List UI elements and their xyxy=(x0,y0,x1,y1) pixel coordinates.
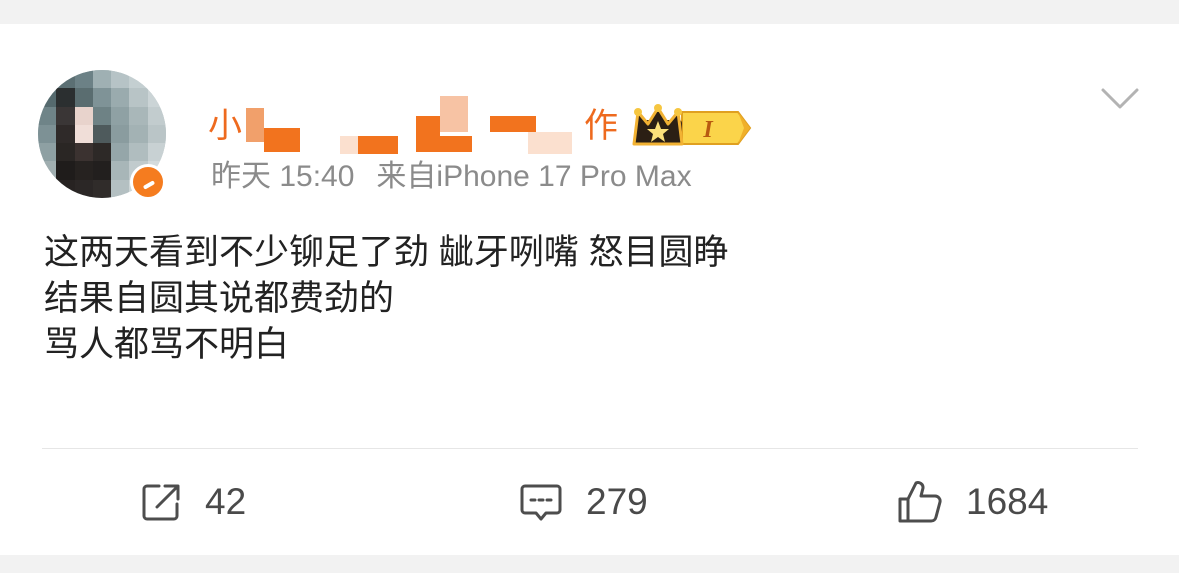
divider xyxy=(42,448,1138,449)
like-count: 1684 xyxy=(966,481,1049,522)
post-time: 昨天 15:40 xyxy=(211,160,355,193)
vip-badge-icon xyxy=(130,164,166,200)
comment-button[interactable]: 279 xyxy=(518,478,648,526)
comment-count: 279 xyxy=(586,481,648,522)
level-badge-text: I xyxy=(702,117,714,143)
name-redaction xyxy=(264,128,300,152)
repost-button[interactable]: 42 xyxy=(139,478,246,526)
post-body-line: 骂人都骂不明白 xyxy=(44,325,290,364)
post-body-line: 结果自圆其说都费劲的 xyxy=(44,279,395,318)
name-redaction xyxy=(416,136,472,152)
name-redaction xyxy=(246,108,264,142)
post-body: 这两天看到不少铆足了劲 龇牙咧嘴 怒目圆睁 结果自圆其说都费劲的 骂人都骂不明白 xyxy=(44,230,728,368)
crown-level-badge-icon: I xyxy=(632,104,752,146)
chevron-down-icon[interactable] xyxy=(1100,86,1140,112)
author-name-prefix: 小 xyxy=(208,107,243,145)
author-name-row[interactable]: 小 作 I xyxy=(208,86,768,154)
name-redaction xyxy=(490,116,536,132)
author-name-suffix: 作 xyxy=(584,107,618,145)
post-source: 来自iPhone 17 Pro Max xyxy=(376,160,692,193)
name-redaction xyxy=(440,96,468,132)
comment-bubble-icon xyxy=(520,484,562,521)
thumbs-up-icon xyxy=(898,481,942,523)
post-meta: 昨天 15:40 来自iPhone 17 Pro Max xyxy=(211,151,692,195)
like-button[interactable]: 1684 xyxy=(896,478,1048,526)
repost-count: 42 xyxy=(205,481,247,522)
share-square-arrow-icon xyxy=(142,484,180,521)
post-card: 小 作 I 昨天 15:40 来自iPhone 17 Pro Max 这两天看到… xyxy=(0,24,1179,555)
post-body-line: 这两天看到不少铆足了劲 龇牙咧嘴 怒目圆睁 xyxy=(44,233,729,272)
